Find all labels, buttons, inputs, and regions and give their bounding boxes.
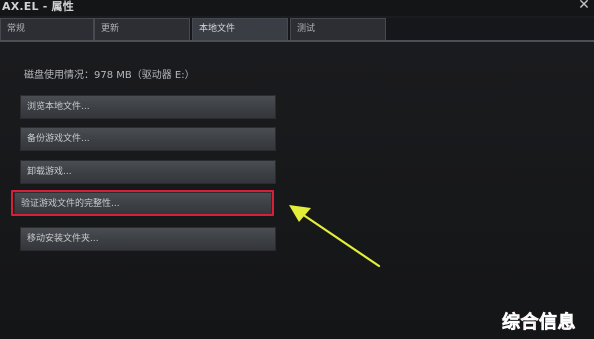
arrow-annotation [289, 205, 381, 268]
move-install-folder-button[interactable]: 移动安装文件夹... [20, 227, 276, 251]
tab-local-files[interactable]: 本地文件 [192, 18, 288, 40]
tab-betas[interactable]: 测试 [290, 18, 386, 40]
tab-bar: 常规 更新 本地文件 测试 [0, 18, 594, 42]
title-bar: AX.EL - 属性 ✕ [0, 0, 594, 16]
arrow-head [289, 205, 311, 222]
window-title: AX.EL - 属性 [2, 0, 74, 13]
arrow-shaft [297, 210, 381, 268]
properties-window: AX.EL - 属性 ✕ 常规 更新 本地文件 测试 磁盘使用情况：978 MB… [0, 0, 594, 339]
disk-usage-label: 磁盘使用情况：978 MB（驱动器 E:） [24, 70, 195, 81]
tab-general[interactable]: 常规 [0, 18, 94, 40]
backup-game-files-button[interactable]: 备份游戏文件... [20, 127, 276, 151]
highlight-box [11, 190, 274, 216]
watermark-text: 综合信息 [502, 312, 576, 333]
uninstall-game-button[interactable]: 卸载游戏... [20, 160, 276, 184]
close-icon[interactable]: ✕ [574, 0, 594, 14]
tab-updates[interactable]: 更新 [94, 18, 190, 40]
browse-local-files-button[interactable]: 浏览本地文件... [20, 95, 276, 119]
